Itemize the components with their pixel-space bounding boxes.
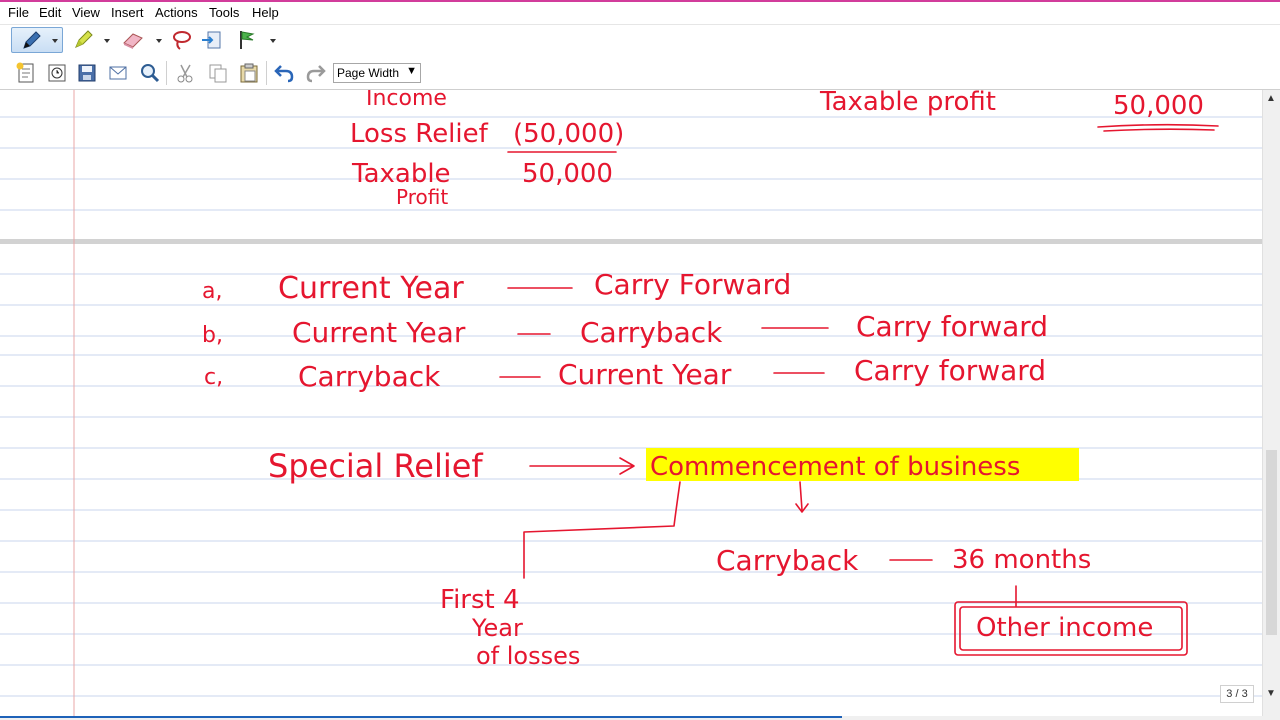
chevron-down-icon: ▼ xyxy=(406,65,417,77)
menu-help[interactable]: Help xyxy=(252,5,279,20)
option-c-step-1: Carryback xyxy=(298,360,441,393)
first-four-text: First 4 xyxy=(440,585,520,615)
page-canvas: Income Loss Relief (50,000) Taxable 50,0… xyxy=(0,90,1262,716)
income-text: Income xyxy=(366,90,447,111)
redo-icon[interactable] xyxy=(304,61,328,85)
zoom-icon[interactable] xyxy=(138,61,162,85)
send-icon[interactable] xyxy=(106,61,130,85)
insert-space-icon[interactable] xyxy=(200,28,224,52)
option-b-step-1: Current Year xyxy=(292,316,466,349)
option-b-step-2: Carryback xyxy=(580,316,723,349)
option-a-letter: a, xyxy=(202,279,222,304)
save-icon[interactable] xyxy=(75,61,99,85)
rule-lines xyxy=(0,116,1262,697)
carryback-36-text: Carryback xyxy=(716,544,859,577)
option-c-step-3: Carry forward xyxy=(854,354,1046,387)
double-underline xyxy=(1097,123,1219,132)
lasso-icon[interactable] xyxy=(170,28,194,52)
menu-view[interactable]: View xyxy=(72,5,100,20)
pen-icon[interactable] xyxy=(20,28,44,52)
menu-file[interactable]: File xyxy=(8,5,29,20)
page-indicator: 3 / 3 xyxy=(1220,685,1254,703)
highlighter-icon[interactable] xyxy=(71,28,95,52)
highlighter-dropdown-icon[interactable] xyxy=(103,28,111,52)
taxable-profit-value: 50,000 xyxy=(1113,91,1204,121)
branch-left-line xyxy=(523,481,681,579)
flag-icon[interactable] xyxy=(235,28,259,52)
copy-icon[interactable] xyxy=(206,61,230,85)
eraser-icon[interactable] xyxy=(121,28,145,52)
paste-icon[interactable] xyxy=(237,61,261,85)
scroll-down-icon[interactable]: ▼ xyxy=(1266,688,1276,699)
flag-dropdown-icon[interactable] xyxy=(269,28,277,52)
option-b-letter: b, xyxy=(202,323,223,348)
zoom-select[interactable]: Page Width ▼ xyxy=(333,63,421,83)
option-c-letter: c, xyxy=(204,365,223,390)
scroll-up-icon[interactable]: ▲ xyxy=(1266,93,1276,104)
commencement-text: Commencement of business xyxy=(650,452,1020,482)
year-text: Year xyxy=(471,614,523,642)
loss-relief-value: (50,000) xyxy=(513,119,624,149)
option-a-step-1: Current Year xyxy=(278,271,464,306)
zoom-select-value: Page Width xyxy=(337,66,400,80)
vertical-scrollbar[interactable]: ▲ ▼ xyxy=(1262,90,1280,716)
profit-text: Profit xyxy=(396,185,448,209)
taxable-value: 50,000 xyxy=(522,159,613,189)
pen-dropdown-icon[interactable] xyxy=(51,28,59,52)
months-text: 36 months xyxy=(952,545,1091,575)
notebook-page[interactable]: Income Loss Relief (50,000) Taxable 50,0… xyxy=(0,90,1262,716)
taxable-profit-text: Taxable profit xyxy=(819,90,996,117)
branch-down-arrow xyxy=(795,481,809,513)
cut-icon[interactable] xyxy=(174,61,198,85)
option-c-step-2: Current Year xyxy=(558,358,732,391)
scroll-thumb[interactable] xyxy=(1266,450,1277,635)
loss-relief-text: Loss Relief xyxy=(350,119,489,149)
menu-actions[interactable]: Actions xyxy=(155,5,198,20)
new-page-icon[interactable] xyxy=(14,61,38,85)
menu-insert[interactable]: Insert xyxy=(111,5,144,20)
page-break-divider xyxy=(0,239,1262,244)
date-time-icon[interactable] xyxy=(45,61,69,85)
of-losses-text: of losses xyxy=(476,642,580,670)
special-relief-text: Special Relief xyxy=(268,447,483,485)
menu-bar: File Edit View Insert Actions Tools Help xyxy=(0,2,1280,25)
option-a-step-2: Carry Forward xyxy=(594,268,791,301)
undo-icon[interactable] xyxy=(272,61,296,85)
other-income-text: Other income xyxy=(976,613,1153,643)
progress-bar xyxy=(0,716,842,718)
option-b-step-3: Carry forward xyxy=(856,310,1048,343)
arrow-right xyxy=(529,457,635,475)
eraser-dropdown-icon[interactable] xyxy=(155,28,163,52)
menu-tools[interactable]: Tools xyxy=(209,5,239,20)
menu-edit[interactable]: Edit xyxy=(39,5,61,20)
